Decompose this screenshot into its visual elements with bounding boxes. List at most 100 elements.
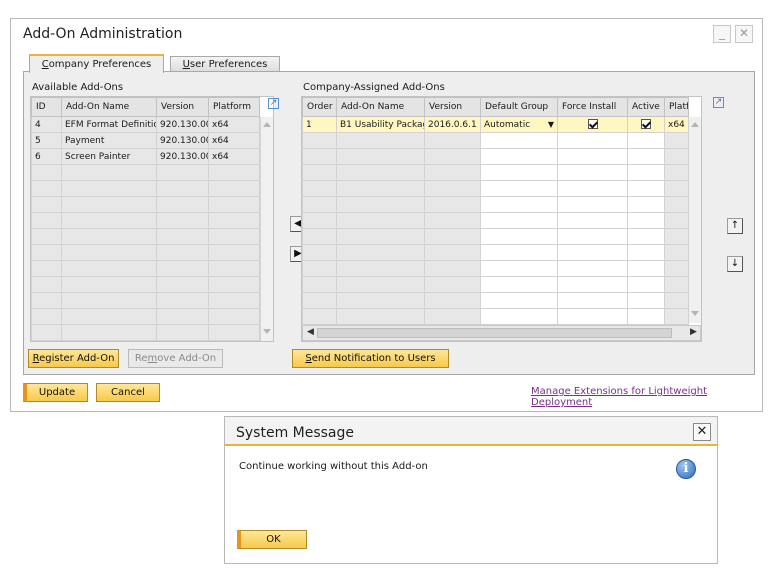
table-row[interactable]: 1 B1 Usability Package 2016.0.6.1 Automa… [302, 116, 689, 133]
empty-cell[interactable] [208, 180, 260, 197]
empty-cell[interactable] [424, 196, 481, 213]
empty-cell[interactable] [208, 276, 260, 293]
empty-cell[interactable] [208, 228, 260, 245]
empty-row[interactable] [31, 276, 260, 293]
empty-cell[interactable] [336, 212, 425, 229]
version-cell[interactable]: 2016.0.6.1 [424, 116, 481, 133]
empty-row[interactable] [31, 244, 260, 261]
empty-cell[interactable] [480, 196, 558, 213]
empty-cell[interactable] [480, 308, 558, 325]
empty-cell[interactable] [208, 212, 260, 229]
empty-row[interactable] [31, 228, 260, 245]
tab-company-preferences[interactable]: Company Preferences [29, 54, 164, 73]
empty-cell[interactable] [31, 260, 62, 277]
dialog-close-button[interactable]: ✕ [693, 423, 711, 441]
available-vertical-scrollbar[interactable] [260, 117, 273, 341]
column-header-active[interactable]: Active [627, 97, 665, 117]
empty-cell[interactable] [31, 228, 62, 245]
column-header-id[interactable]: ID [31, 97, 62, 117]
empty-cell[interactable] [156, 196, 209, 213]
table-row[interactable]: 5Payment920.130.00.x64 [31, 132, 260, 149]
empty-cell[interactable] [557, 180, 628, 197]
order-cell[interactable]: 1 [302, 116, 337, 133]
register-addon-button[interactable]: Register Add-On [28, 349, 119, 368]
scroll-right-arrow[interactable]: ▶ [690, 327, 697, 337]
empty-row[interactable] [302, 132, 689, 149]
active-cell[interactable] [627, 116, 665, 133]
move-down-button[interactable]: ↓ [727, 256, 743, 272]
empty-cell[interactable] [31, 324, 62, 341]
empty-cell[interactable] [156, 292, 209, 309]
empty-cell[interactable] [61, 164, 157, 181]
empty-cell[interactable] [156, 212, 209, 229]
column-header-default-group[interactable]: Default Group [480, 97, 558, 117]
chevron-down-icon[interactable]: ▼ [548, 120, 554, 129]
platform-cell[interactable]: x64 [208, 148, 260, 165]
empty-cell[interactable] [302, 148, 337, 165]
empty-row[interactable] [302, 212, 689, 229]
empty-cell[interactable] [31, 164, 62, 181]
empty-cell[interactable] [557, 212, 628, 229]
empty-cell[interactable] [627, 180, 665, 197]
empty-cell[interactable] [664, 196, 689, 213]
empty-cell[interactable] [336, 308, 425, 325]
empty-cell[interactable] [61, 324, 157, 341]
force-install-cell[interactable] [557, 116, 628, 133]
empty-cell[interactable] [302, 276, 337, 293]
empty-row[interactable] [302, 148, 689, 165]
empty-cell[interactable] [557, 196, 628, 213]
expand-icon[interactable]: ↗ [268, 98, 279, 109]
column-header-platform[interactable]: Platform [664, 97, 689, 117]
empty-cell[interactable] [208, 260, 260, 277]
empty-row[interactable] [302, 164, 689, 181]
active-checkbox[interactable] [641, 119, 651, 130]
empty-cell[interactable] [424, 180, 481, 197]
empty-cell[interactable] [302, 132, 337, 149]
force-install-checkbox[interactable] [587, 119, 598, 130]
empty-row[interactable] [31, 260, 260, 277]
empty-cell[interactable] [336, 260, 425, 277]
scroll-up-arrow[interactable] [691, 122, 699, 127]
empty-row[interactable] [31, 308, 260, 325]
id-cell[interactable]: 4 [31, 116, 62, 133]
empty-cell[interactable] [424, 164, 481, 181]
empty-cell[interactable] [336, 132, 425, 149]
empty-cell[interactable] [208, 324, 260, 341]
scroll-up-arrow[interactable] [263, 122, 271, 127]
empty-cell[interactable] [336, 244, 425, 261]
id-cell[interactable]: 6 [31, 148, 62, 165]
empty-cell[interactable] [61, 292, 157, 309]
empty-row[interactable] [302, 244, 689, 261]
empty-cell[interactable] [627, 260, 665, 277]
empty-cell[interactable] [664, 260, 689, 277]
empty-cell[interactable] [557, 228, 628, 245]
empty-cell[interactable] [557, 132, 628, 149]
empty-cell[interactable] [156, 276, 209, 293]
addon-name-cell[interactable]: Screen Painter [61, 148, 157, 165]
empty-row[interactable] [31, 180, 260, 197]
empty-cell[interactable] [480, 164, 558, 181]
empty-cell[interactable] [627, 244, 665, 261]
empty-cell[interactable] [302, 164, 337, 181]
empty-cell[interactable] [557, 276, 628, 293]
empty-cell[interactable] [208, 196, 260, 213]
empty-cell[interactable] [156, 260, 209, 277]
empty-cell[interactable] [336, 196, 425, 213]
default-group-dropdown[interactable]: Automatic ▼ [480, 116, 558, 133]
empty-cell[interactable] [480, 228, 558, 245]
platform-cell[interactable]: x64 [664, 116, 689, 133]
empty-cell[interactable] [302, 180, 337, 197]
send-notification-button[interactable]: Send Notification to Users [292, 349, 449, 368]
empty-cell[interactable] [302, 212, 337, 229]
empty-cell[interactable] [61, 244, 157, 261]
empty-cell[interactable] [480, 132, 558, 149]
empty-cell[interactable] [627, 164, 665, 181]
empty-cell[interactable] [424, 212, 481, 229]
empty-row[interactable] [31, 196, 260, 213]
empty-cell[interactable] [664, 292, 689, 309]
column-header-version[interactable]: Version [156, 97, 209, 117]
empty-cell[interactable] [480, 260, 558, 277]
empty-cell[interactable] [156, 164, 209, 181]
empty-cell[interactable] [336, 292, 425, 309]
scroll-down-arrow[interactable] [691, 311, 699, 316]
